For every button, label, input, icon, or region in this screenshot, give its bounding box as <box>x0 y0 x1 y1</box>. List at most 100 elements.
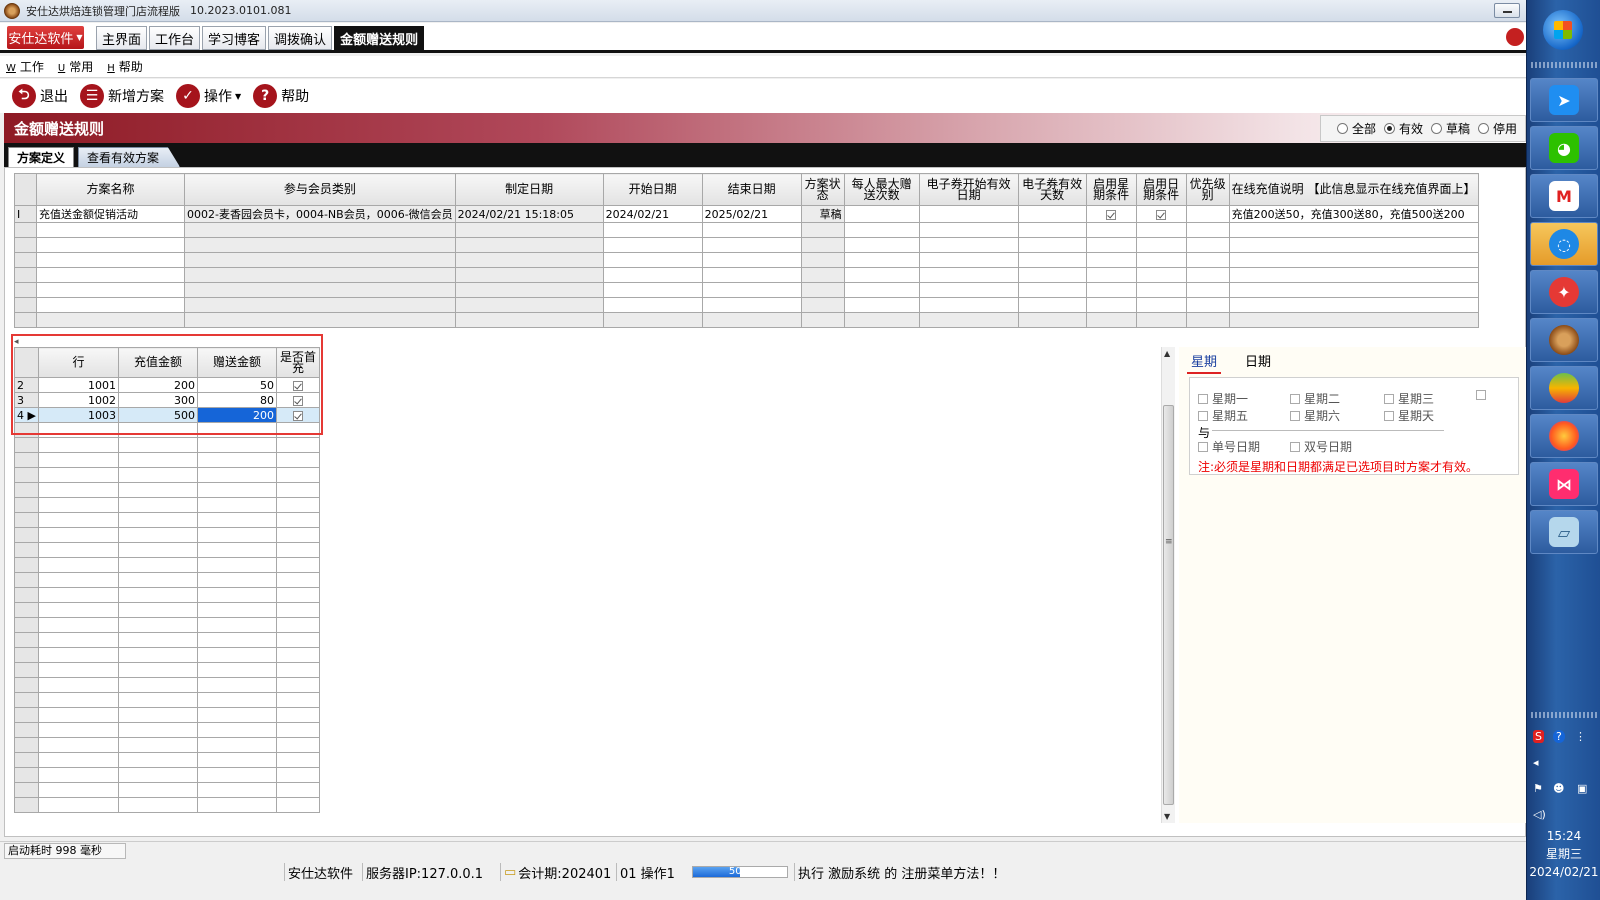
brand-menu-button[interactable]: 安仕达软件 ▼ <box>7 26 84 49</box>
even-date-checkbox[interactable]: 双号日期 <box>1290 438 1352 455</box>
qq-icon[interactable]: ☻ <box>1553 782 1564 795</box>
col-max-gifts[interactable]: 每人最大赠送次数 <box>843 173 920 206</box>
col-weekday-condition[interactable]: 启用星期条件 <box>1085 173 1137 206</box>
start-button-icon[interactable] <box>1543 10 1583 50</box>
ime-help-icon[interactable]: ? <box>1553 730 1565 743</box>
tuesday-checkbox[interactable]: 星期二 <box>1290 390 1340 407</box>
col-plan-status[interactable]: 方案状态 <box>800 173 845 206</box>
divider <box>1212 430 1444 431</box>
taskbar-app-firefox[interactable] <box>1530 414 1598 458</box>
operate-button[interactable]: ✓ 操作 ▼ <box>176 84 241 108</box>
table-row <box>14 482 320 498</box>
scroll-down-icon[interactable]: ▼ <box>1164 812 1170 821</box>
taskbar-app-chat[interactable]: ◌ <box>1530 222 1598 266</box>
col-plan-name[interactable]: 方案名称 <box>36 173 185 206</box>
taskbar-app-1[interactable]: ➤ <box>1530 78 1598 122</box>
main-pane: 方案名称 参与会员类别 制定日期 开始日期 结束日期 方案状态 每人最大赠送次数… <box>4 167 1527 837</box>
date-condition-checkbox[interactable] <box>1156 209 1167 220</box>
cell-status[interactable]: 草稿 <box>800 205 845 223</box>
saturday-checkbox[interactable]: 星期六 <box>1290 407 1340 424</box>
taskbar-app-video[interactable]: ⋈ <box>1530 462 1598 506</box>
volume-icon[interactable]: ◁) <box>1533 808 1546 821</box>
taskbar-app-globe[interactable]: ✦ <box>1530 270 1598 314</box>
status-filter: 全部 有效 草稿 停用 <box>1319 115 1526 142</box>
taskbar-app-notes[interactable]: ▱ <box>1530 510 1598 554</box>
cell-member-types[interactable]: 0002-麦香园会员卡，0004-NB会员，0006-微信会员 <box>184 205 456 223</box>
cell-online-desc[interactable]: 充值200送50，充值300送80，充值500送200 <box>1228 205 1479 223</box>
filter-valid-radio[interactable]: 有效 <box>1383 120 1423 137</box>
table-row <box>14 282 1479 298</box>
tab-transfer-confirm[interactable]: 调拨确认 <box>268 26 333 50</box>
friday-checkbox[interactable]: 星期五 <box>1198 407 1248 424</box>
col-member-types[interactable]: 参与会员类别 <box>184 173 456 206</box>
menu-work[interactable]: W 工作 <box>6 58 44 75</box>
cell-start-date[interactable]: 2024/02/21 <box>602 205 703 223</box>
scroll-up-icon[interactable]: ▲ <box>1164 349 1170 358</box>
flag-icon[interactable]: ⚑ <box>1533 782 1543 795</box>
tab-amount-gift-rules[interactable]: 金额赠送规则 <box>334 26 425 50</box>
sogou-ime-icon[interactable]: S <box>1533 730 1544 743</box>
clock-time[interactable]: 15:24 <box>1527 828 1600 844</box>
thursday-checkbox[interactable] <box>1476 390 1490 400</box>
odd-date-checkbox[interactable]: 单号日期 <box>1198 438 1260 455</box>
nav-bar: 安仕达软件 ▼ 主界面 工作台 学习博客 调拨确认 金额赠送规则 <box>0 23 1526 53</box>
menu-help[interactable]: H 帮助 <box>107 58 143 75</box>
vertical-scrollbar[interactable]: ▲ ≡ ▼ <box>1161 347 1175 823</box>
tab-plan-definition[interactable]: 方案定义 <box>8 147 75 167</box>
close-tab-icon[interactable] <box>1504 26 1526 48</box>
table-row <box>14 782 320 798</box>
plan-grid-header: 方案名称 参与会员类别 制定日期 开始日期 结束日期 方案状态 每人最大赠送次数… <box>14 173 1479 206</box>
sunday-checkbox[interactable]: 星期天 <box>1384 407 1434 424</box>
menu-common[interactable]: U 常用 <box>58 58 93 75</box>
help-button[interactable]: ? 帮助 <box>253 84 309 108</box>
tab-weekday[interactable]: 星期 <box>1187 351 1222 374</box>
app-arrow-icon: ➤ <box>1549 85 1579 115</box>
taskbar-app-apple[interactable] <box>1530 366 1598 410</box>
tab-date[interactable]: 日期 <box>1241 351 1275 374</box>
table-row <box>14 797 320 813</box>
plan-grid: 方案名称 参与会员类别 制定日期 开始日期 结束日期 方案状态 每人最大赠送次数… <box>14 173 1479 328</box>
table-row <box>14 662 320 678</box>
taskbar-app-wechat[interactable]: ◕ <box>1530 126 1598 170</box>
col-online-desc[interactable]: 在线充值说明 【此信息显示在线充值界面上】 <box>1228 173 1479 206</box>
cell-created-date[interactable]: 2024/02/21 15:18:05 <box>454 205 604 223</box>
weekday-options-box: 星期一 星期二 星期三 星期五 星期六 星期天 与 单号日期 双号日期 注:必须… <box>1189 377 1519 475</box>
exit-button[interactable]: ⮌ 退出 <box>12 84 68 108</box>
cell-end-date[interactable]: 2025/02/21 <box>701 205 802 223</box>
tab-workbench[interactable]: 工作台 <box>149 26 201 50</box>
monday-checkbox[interactable]: 星期一 <box>1198 390 1248 407</box>
col-priority[interactable]: 优先级别 <box>1185 173 1230 206</box>
filter-all-radio[interactable]: 全部 <box>1336 120 1376 137</box>
col-end-date[interactable]: 结束日期 <box>701 173 802 206</box>
cell-plan-name[interactable]: 充值送金额促销活动 <box>36 205 185 223</box>
period-label: ▭ 会计期:202401 <box>500 863 614 882</box>
row-marker: I <box>14 205 37 223</box>
condition-panel: 星期 日期 星期一 星期二 星期三 星期五 星期六 星期天 与 单号日期 双号日… <box>1179 347 1527 823</box>
new-plan-button[interactable]: ☰ 新增方案 <box>80 84 164 108</box>
wednesday-checkbox[interactable]: 星期三 <box>1384 390 1434 407</box>
table-row <box>14 297 1479 313</box>
check-icon: ✓ <box>176 84 200 108</box>
page-banner: 金额赠送规则 全部 有效 草稿 停用 <box>4 113 1526 143</box>
network-icon[interactable]: ▣ <box>1577 782 1587 795</box>
tab-view-valid-plans[interactable]: 查看有效方案 <box>78 147 181 167</box>
tab-main[interactable]: 主界面 <box>96 26 148 50</box>
tray-expand-icon[interactable]: ◂ <box>1533 756 1539 769</box>
col-created-date[interactable]: 制定日期 <box>454 173 604 206</box>
col-date-condition[interactable]: 启用日期条件 <box>1135 173 1187 206</box>
tab-blog[interactable]: 学习博客 <box>202 26 267 50</box>
filter-disabled-radio[interactable]: 停用 <box>1477 120 1517 137</box>
taskbar-app-m[interactable]: M <box>1530 174 1598 218</box>
ime-settings-icon[interactable]: ⋮ <box>1575 730 1586 743</box>
weekday-condition-checkbox[interactable] <box>1106 209 1117 220</box>
table-row[interactable]: I 充值送金额促销活动 0002-麦香园会员卡，0004-NB会员，0006-微… <box>14 205 1479 223</box>
minimize-button[interactable] <box>1494 3 1520 18</box>
col-coupon-start[interactable]: 电子券开始有效日期 <box>918 173 1019 206</box>
taskbar-app-erp[interactable] <box>1530 318 1598 362</box>
col-start-date[interactable]: 开始日期 <box>602 173 703 206</box>
scroll-thumb[interactable] <box>1163 405 1174 805</box>
brand-label: 安仕达软件 <box>8 32 74 47</box>
filter-draft-radio[interactable]: 草稿 <box>1430 120 1470 137</box>
col-coupon-days[interactable]: 电子券有效天数 <box>1017 173 1087 206</box>
info-bar: 安仕达软件 服务器IP:127.0.0.1 ▭ 会计期:202401 01 操作1… <box>0 861 1526 900</box>
